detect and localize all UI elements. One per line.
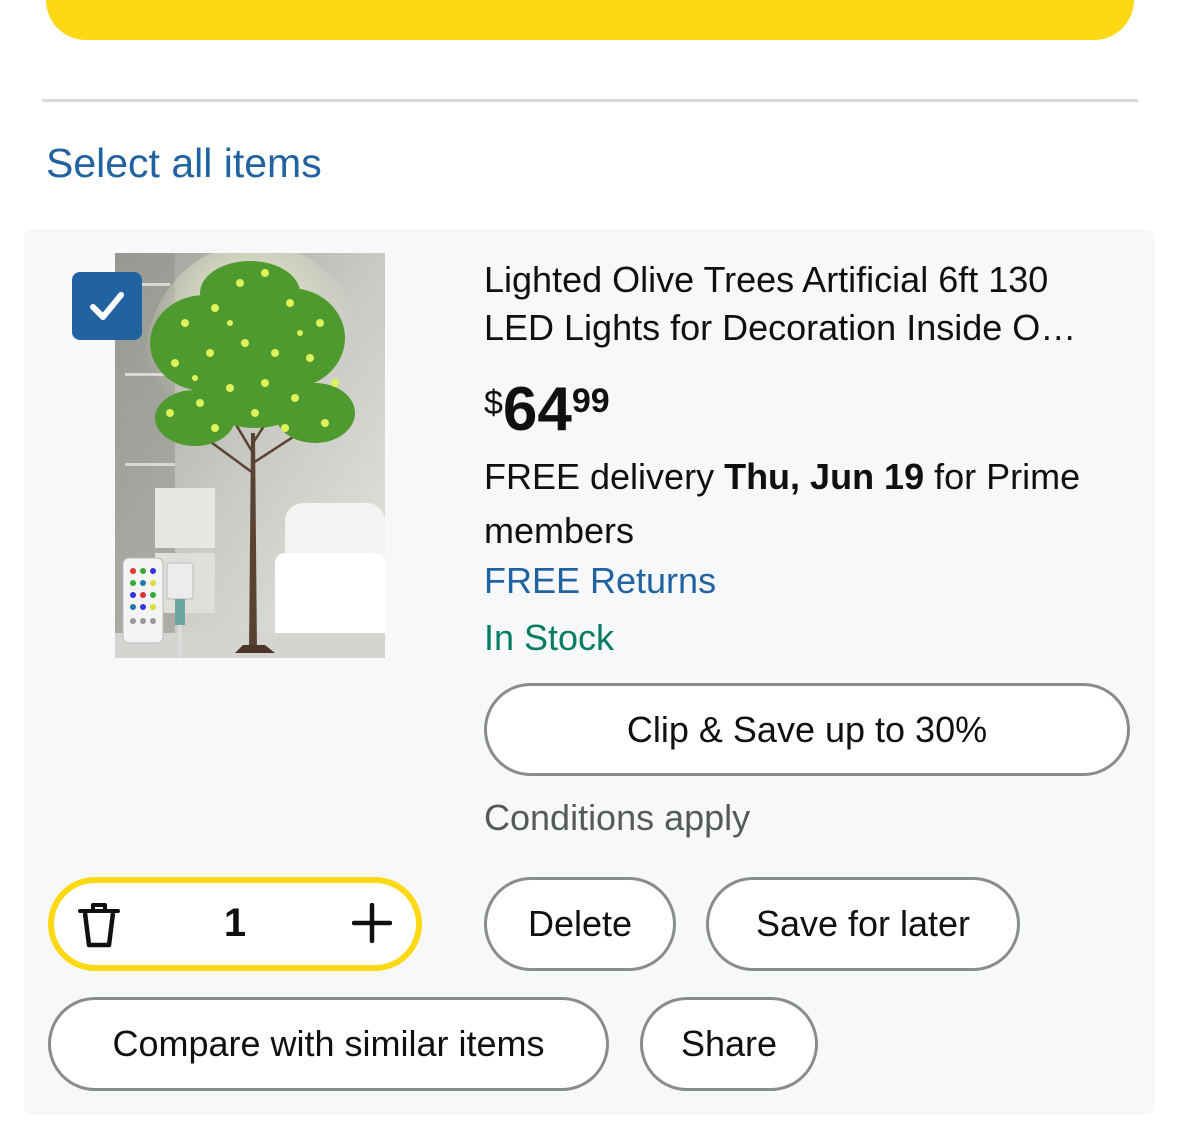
save-for-later-button[interactable]: Save for later: [706, 877, 1020, 971]
product-title-line-1: Lighted Olive Trees Artificial 6ft 130: [484, 259, 1049, 300]
item-checkbox[interactable]: [72, 272, 142, 340]
price-whole: 64: [502, 375, 572, 444]
delivery-info: FREE delivery Thu, Jun 19 for Prime memb…: [484, 450, 1134, 558]
check-icon: [90, 292, 124, 320]
divider: [42, 99, 1138, 102]
select-all-link[interactable]: Select all items: [46, 140, 322, 187]
proceed-to-checkout-button[interactable]: [46, 0, 1134, 40]
free-returns-link[interactable]: FREE Returns: [484, 560, 716, 602]
quantity-stepper: 1: [48, 877, 422, 971]
delete-button[interactable]: Delete: [484, 877, 676, 971]
conditions-apply-text: Conditions apply: [484, 797, 751, 838]
stock-status: In Stock: [484, 617, 615, 658]
plus-icon: [351, 902, 393, 944]
product-image[interactable]: [115, 253, 385, 658]
delivery-date: Thu, Jun 19: [724, 456, 925, 497]
price-fraction: 99: [571, 382, 610, 420]
price: $6499: [484, 378, 610, 442]
quantity-increase-button[interactable]: [351, 902, 393, 948]
compare-similar-button[interactable]: Compare with similar items: [48, 997, 609, 1091]
product-title-line-2: LED Lights for Decoration Inside O…: [484, 307, 1077, 348]
delivery-prefix: FREE delivery: [484, 456, 725, 497]
clip-coupon-button[interactable]: Clip & Save up to 30%: [484, 683, 1130, 776]
share-button[interactable]: Share: [640, 997, 818, 1091]
price-currency: $: [484, 384, 503, 422]
product-title-link[interactable]: Lighted Olive Trees Artificial 6ft 130 L…: [484, 256, 1134, 352]
olive-tree-image-icon: [115, 253, 385, 658]
